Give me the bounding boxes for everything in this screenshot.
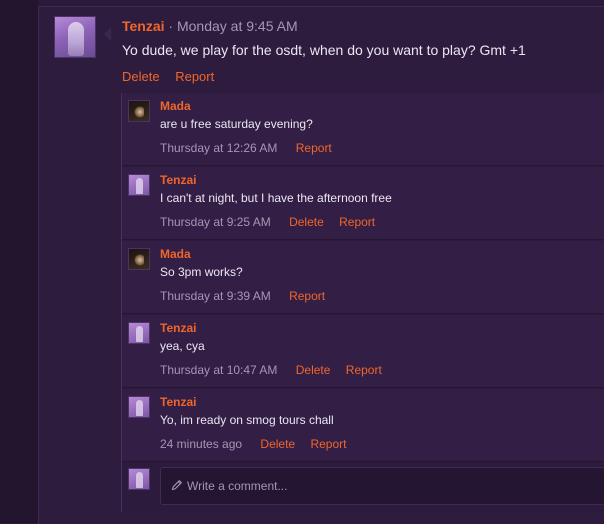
separator-dot: · [168,18,177,34]
comment-meta: Thursday at 12:26 AM Report [160,141,344,155]
post-body: Yo dude, we play for the osdt, when do y… [122,42,526,58]
comment-time[interactable]: Thursday at 12:26 AM [160,141,277,155]
delete-button[interactable]: Delete [122,69,160,84]
delete-button[interactable]: Delete [260,437,295,451]
report-button[interactable]: Report [289,289,325,303]
comment-list: Mada are u free saturday evening? Thursd… [121,93,604,512]
comment-meta: 24 minutes ago Delete Report [160,437,358,451]
comment-item: Mada are u free saturday evening? Thursd… [122,93,604,166]
comment-text: yea, cya [160,339,205,353]
comment-meta: Thursday at 10:47 AM Delete Report [160,363,394,377]
avatar-mada[interactable] [128,248,150,270]
post-actions: Delete Report [122,69,226,84]
comment-input[interactable]: Write a comment... [160,467,604,505]
avatar-tenzai[interactable] [128,322,150,344]
pencil-icon [171,469,183,505]
comment-author[interactable]: Tenzai [160,321,196,335]
comment-item: Tenzai Yo, im ready on smog tours chall … [122,389,604,462]
left-background [0,0,38,523]
delete-button[interactable]: Delete [296,363,331,377]
avatar-current-user[interactable] [128,468,150,490]
report-button[interactable]: Report [296,141,332,155]
comment-text: So 3pm works? [160,265,243,279]
comment-time[interactable]: Thursday at 10:47 AM [160,363,277,377]
comment-item: Mada So 3pm works? Thursday at 9:39 AM R… [122,241,604,314]
comment-author[interactable]: Mada [160,247,191,261]
comment-text: I can't at night, but I have the afterno… [160,191,392,205]
comment-time[interactable]: 24 minutes ago [160,437,242,451]
comment-time[interactable]: Thursday at 9:39 AM [160,289,271,303]
avatar-tenzai[interactable] [128,174,150,196]
comment-item: Tenzai yea, cya Thursday at 10:47 AM Del… [122,315,604,388]
comment-author[interactable]: Tenzai [160,173,196,187]
post-pointer [104,27,111,41]
comment-author[interactable]: Tenzai [160,395,196,409]
comment-text: Yo, im ready on smog tours chall [160,413,334,427]
report-button[interactable]: Report [310,437,346,451]
report-button[interactable]: Report [346,363,382,377]
post-timestamp[interactable]: Monday at 9:45 AM [177,18,298,34]
post-header: Tenzai · Monday at 9:45 AM [122,18,298,34]
report-button[interactable]: Report [175,69,214,84]
comment-author[interactable]: Mada [160,99,191,113]
avatar-tenzai[interactable] [54,16,96,58]
comment-item: Tenzai I can't at night, but I have the … [122,167,604,240]
comment-meta: Thursday at 9:39 AM Report [160,289,337,303]
avatar-tenzai[interactable] [128,396,150,418]
delete-button[interactable]: Delete [289,215,324,229]
avatar-mada[interactable] [128,100,150,122]
report-button[interactable]: Report [339,215,375,229]
comment-placeholder: Write a comment... [187,479,288,493]
comment-composer: Write a comment... [122,462,604,512]
comment-meta: Thursday at 9:25 AM Delete Report [160,215,387,229]
comment-time[interactable]: Thursday at 9:25 AM [160,215,271,229]
post-author[interactable]: Tenzai [122,18,165,34]
comment-text: are u free saturday evening? [160,117,313,131]
